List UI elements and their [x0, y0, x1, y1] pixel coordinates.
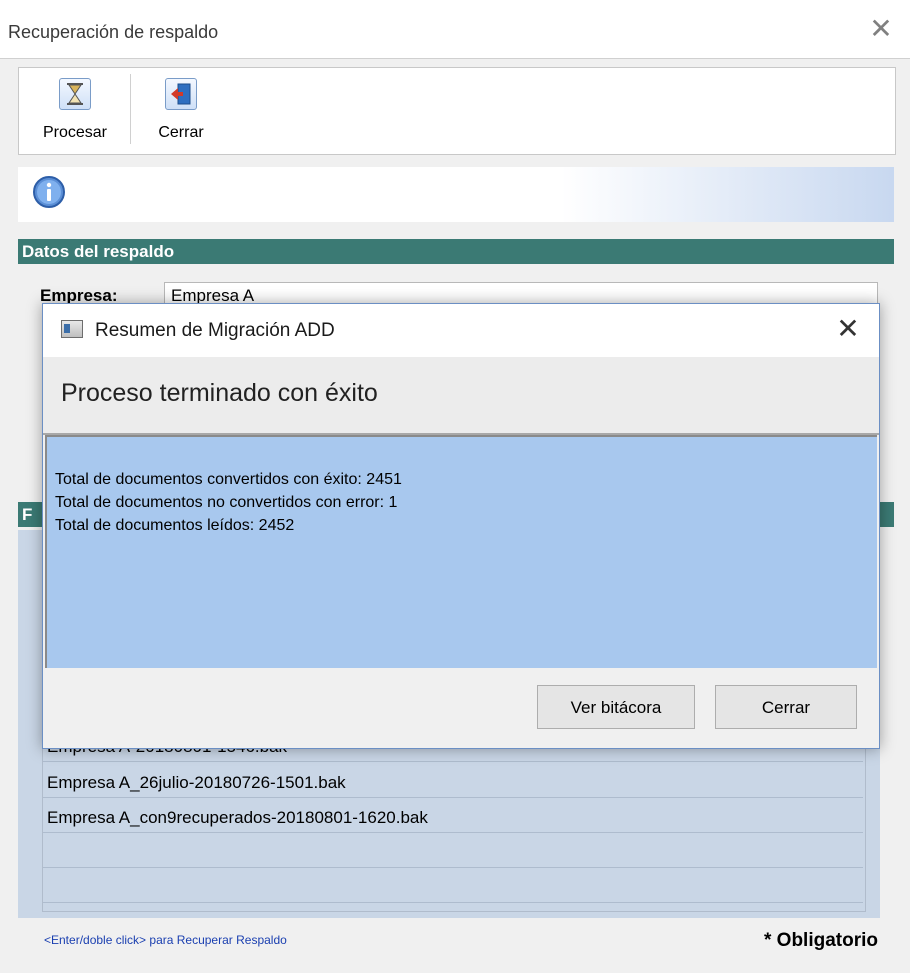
migration-summary-dialog: Resumen de Migración ADD ✕ Proceso termi… — [42, 303, 880, 749]
toolbar: Procesar Cerrar — [18, 67, 896, 155]
dialog-cerrar-button[interactable]: Cerrar — [715, 685, 857, 729]
summary-line-errors: Total de documentos no convertidos con e… — [55, 494, 398, 511]
dialog-titlebar: Resumen de Migración ADD ✕ — [43, 304, 879, 357]
dialog-footer: Ver bitácora Cerrar — [43, 670, 879, 748]
section-datos-respaldo: Datos del respaldo — [18, 239, 894, 264]
info-bar — [18, 167, 894, 222]
cerrar-button[interactable]: Cerrar — [141, 72, 221, 150]
dialog-close-button[interactable]: ✕ — [833, 314, 863, 344]
main-titlebar: Recuperación de respaldo ✕ — [0, 0, 910, 59]
recover-hint: <Enter/doble click> para Recuperar Respa… — [44, 933, 287, 947]
list-item[interactable]: Empresa A_con9recuperados-20180801-1620.… — [43, 802, 863, 833]
summary-line-converted: Total de documentos convertidos con éxit… — [55, 471, 402, 488]
view-log-button[interactable]: Ver bitácora — [537, 685, 695, 729]
main-close-button[interactable]: ✕ — [866, 14, 896, 44]
hourglass-icon — [59, 78, 91, 110]
summary-line-read: Total de documentos leídos: 2452 — [55, 517, 295, 534]
list-item[interactable] — [43, 837, 863, 868]
required-note: * Obligatorio — [764, 930, 878, 951]
cerrar-label: Cerrar — [158, 124, 204, 141]
backup-list[interactable]: Empresa A-20180801-1546.bak Empresa A_26… — [42, 730, 866, 912]
procesar-label: Procesar — [42, 124, 108, 141]
window-title: Recuperación de respaldo — [8, 22, 219, 42]
app-window-icon — [61, 320, 83, 338]
list-item[interactable] — [43, 872, 863, 903]
dialog-heading: Proceso terminado con éxito — [61, 379, 378, 407]
section-respaldos-title: F — [22, 505, 33, 524]
dialog-heading-bar: Proceso terminado con éxito — [43, 357, 879, 435]
procesar-button[interactable]: Procesar — [27, 72, 123, 150]
toolbar-separator — [130, 74, 131, 144]
info-icon — [33, 176, 65, 208]
dialog-summary-text: Total de documentos convertidos con éxit… — [45, 435, 877, 668]
exit-door-icon — [165, 78, 197, 110]
list-item[interactable]: Empresa A_26julio-20180726-1501.bak — [43, 767, 863, 798]
dialog-title: Resumen de Migración ADD — [95, 320, 335, 341]
